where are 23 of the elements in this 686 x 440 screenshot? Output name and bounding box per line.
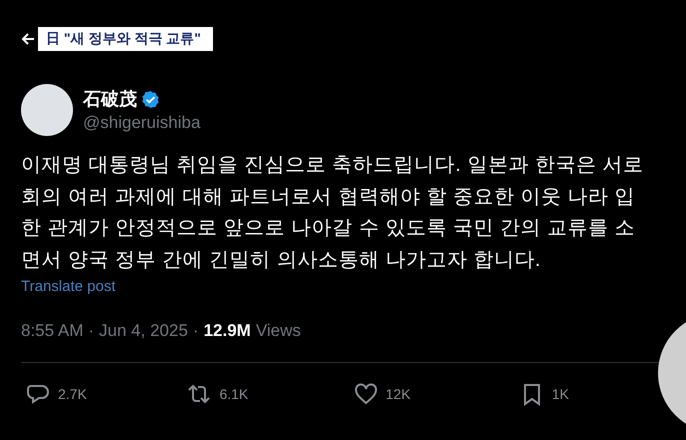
views-count: 12.9M bbox=[204, 321, 251, 341]
avatar-placeholder[interactable] bbox=[21, 84, 73, 136]
heart-icon[interactable] bbox=[354, 382, 378, 406]
separator-dot: · bbox=[192, 321, 199, 341]
post-time: 8:55 AM bbox=[21, 321, 84, 341]
post-date[interactable]: Jun 4, 2025 bbox=[99, 321, 188, 341]
translate-link[interactable]: Translate post bbox=[21, 278, 116, 295]
post-text-line: 회의 여러 과제에 대해 파트너로서 협력해야 할 중요한 이웃 나라 입 bbox=[21, 184, 636, 210]
speech-bubble-icon[interactable] bbox=[26, 382, 50, 406]
action-count: 6.1K bbox=[219, 386, 248, 402]
news-caption: 日 "새 정부와 적극 교류" bbox=[38, 27, 213, 51]
action-count: 1K bbox=[552, 386, 569, 402]
post-text-line: 면서 양국 정부 간에 긴밀히 의사소통해 나가고자 합니다. bbox=[21, 248, 542, 272]
views-label: Views bbox=[256, 321, 301, 341]
back-arrow-icon[interactable] bbox=[21, 32, 35, 46]
post-text-line: 이재명 대통령님 취임을 진심으로 축하드립니다. 일본과 한국은 서로 bbox=[21, 153, 644, 178]
author-handle[interactable]: @shigeruishiba bbox=[83, 113, 200, 133]
action-count: 12K bbox=[386, 386, 411, 402]
author-name[interactable]: 石破茂 bbox=[83, 87, 137, 111]
post-text-line: 한 관계가 안정적으로 앞으로 나아갈 수 있도록 국민 간의 교류를 소 bbox=[21, 216, 636, 241]
repost-icon[interactable] bbox=[187, 382, 212, 406]
action-count: 2.7K bbox=[58, 386, 87, 402]
separator-dot: · bbox=[88, 321, 94, 341]
